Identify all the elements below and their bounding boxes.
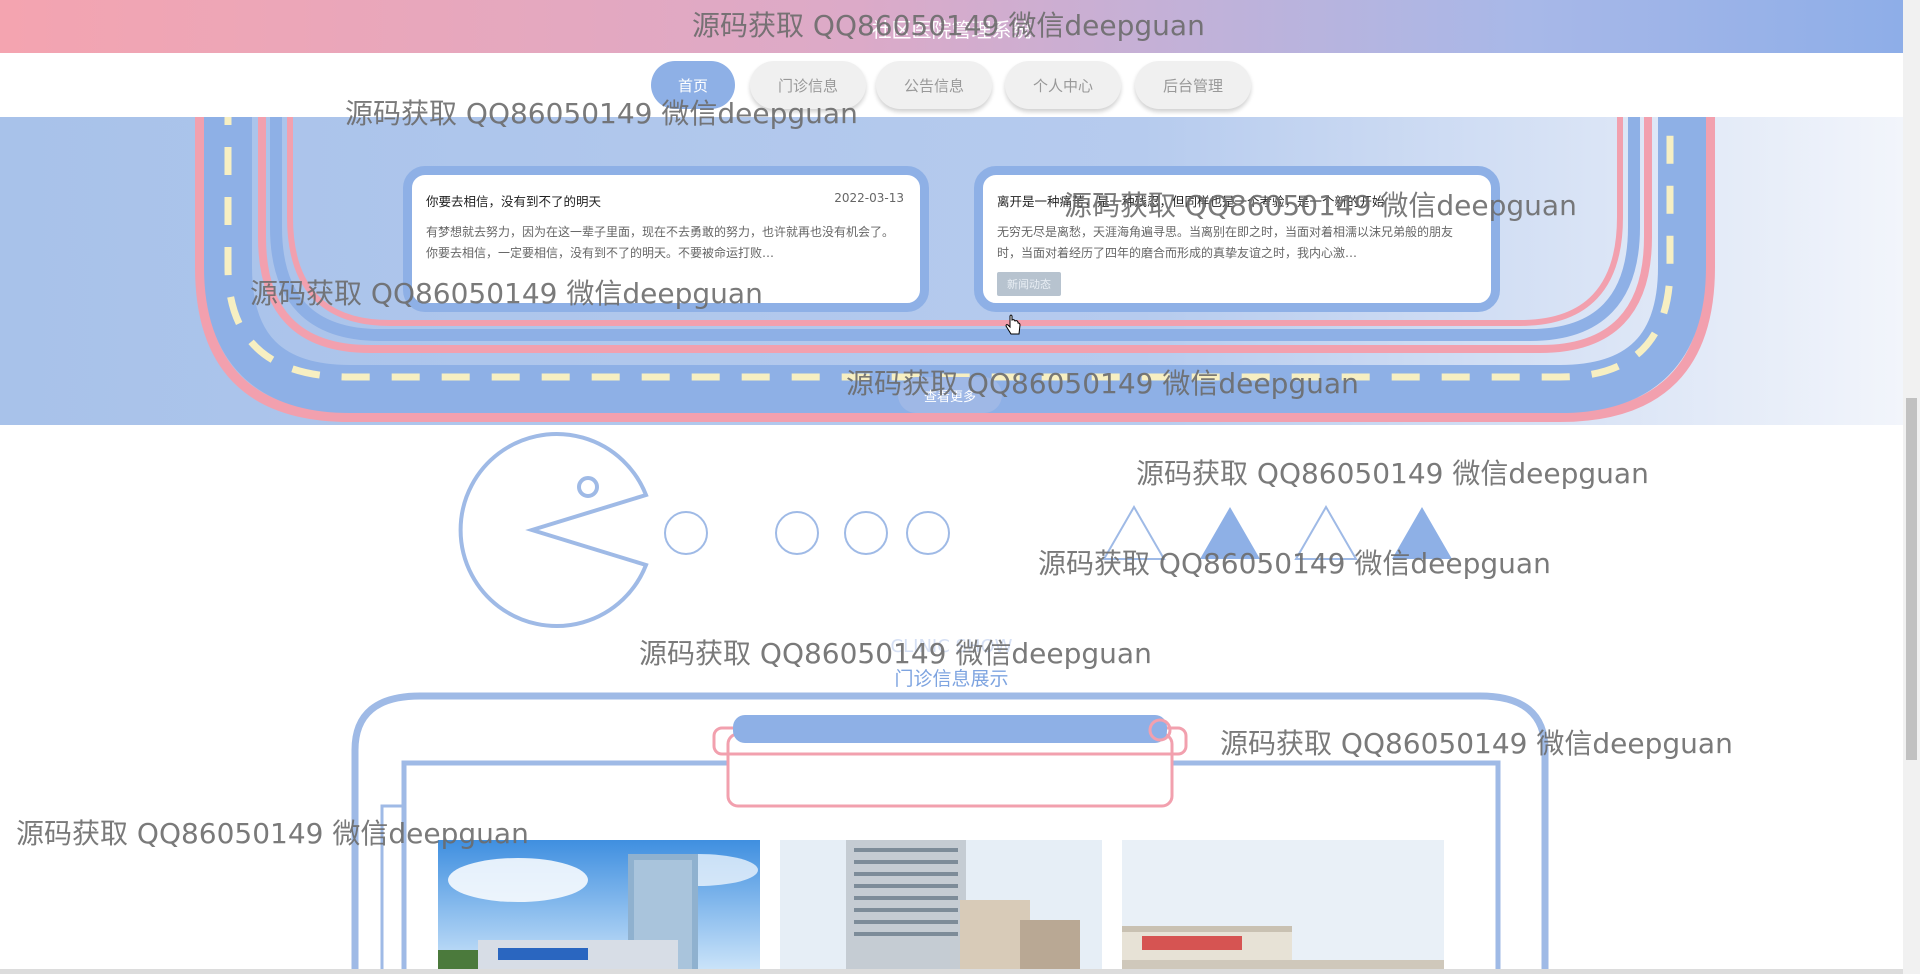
pacman-decoration bbox=[458, 432, 1452, 628]
nav-announcements[interactable]: 公告信息 bbox=[876, 61, 992, 109]
clinic-image[interactable] bbox=[438, 840, 760, 974]
clinic-image[interactable] bbox=[1122, 840, 1444, 974]
nav-personal-center[interactable]: 个人中心 bbox=[1005, 61, 1121, 109]
news-date: 2022-03-13 bbox=[834, 191, 904, 205]
news-section: 你要去相信，没有到不了的明天 2022-03-13 有梦想就去努力，因为在这一辈… bbox=[0, 117, 1903, 425]
news-excerpt: 有梦想就去努力，因为在这一辈子里面，现在不去勇敢的努力，也许就再也没有机会了。你… bbox=[426, 225, 895, 260]
news-card[interactable]: 你要去相信，没有到不了的明天 2022-03-13 有梦想就去努力，因为在这一辈… bbox=[403, 166, 929, 312]
scrollbar-thumb[interactable] bbox=[1906, 398, 1917, 760]
nav-clinic-info[interactable]: 门诊信息 bbox=[750, 61, 866, 109]
bottom-edge bbox=[0, 969, 1903, 974]
hand-cursor-icon bbox=[1005, 314, 1021, 335]
top-banner: 社区医院管理系统 bbox=[0, 0, 1903, 53]
site-title: 社区医院管理系统 bbox=[871, 18, 1032, 42]
section-title: 门诊信息展示 bbox=[894, 668, 1009, 690]
nav-admin[interactable]: 后台管理 bbox=[1135, 61, 1251, 109]
news-category-tag[interactable]: 新闻动态 bbox=[997, 272, 1061, 296]
main-nav: 首页 门诊信息 公告信息 个人中心 后台管理 bbox=[0, 53, 1903, 117]
news-excerpt: 无穷无尽是离愁，天涯海角遍寻思。当离别在即之时，当面对着相濡以沫兄弟般的朋友时，… bbox=[997, 225, 1454, 260]
clinic-image[interactable] bbox=[780, 840, 1102, 974]
section-title-english: CLINIC SHOW bbox=[890, 636, 1013, 657]
nav-home[interactable]: 首页 bbox=[651, 61, 735, 109]
news-card[interactable]: 离开是一种痛苦，是一种残忍，但同样也是一个考验，是一个新的开始 无穷无尽是离愁，… bbox=[974, 166, 1500, 312]
page-scrollbar[interactable] bbox=[1903, 0, 1920, 974]
news-title: 离开是一种痛苦，是一种残忍，但同样也是一个考验，是一个新的开始 bbox=[997, 194, 1385, 209]
view-more-button[interactable]: 查看更多 bbox=[898, 377, 1002, 413]
news-title: 你要去相信，没有到不了的明天 bbox=[426, 194, 602, 209]
